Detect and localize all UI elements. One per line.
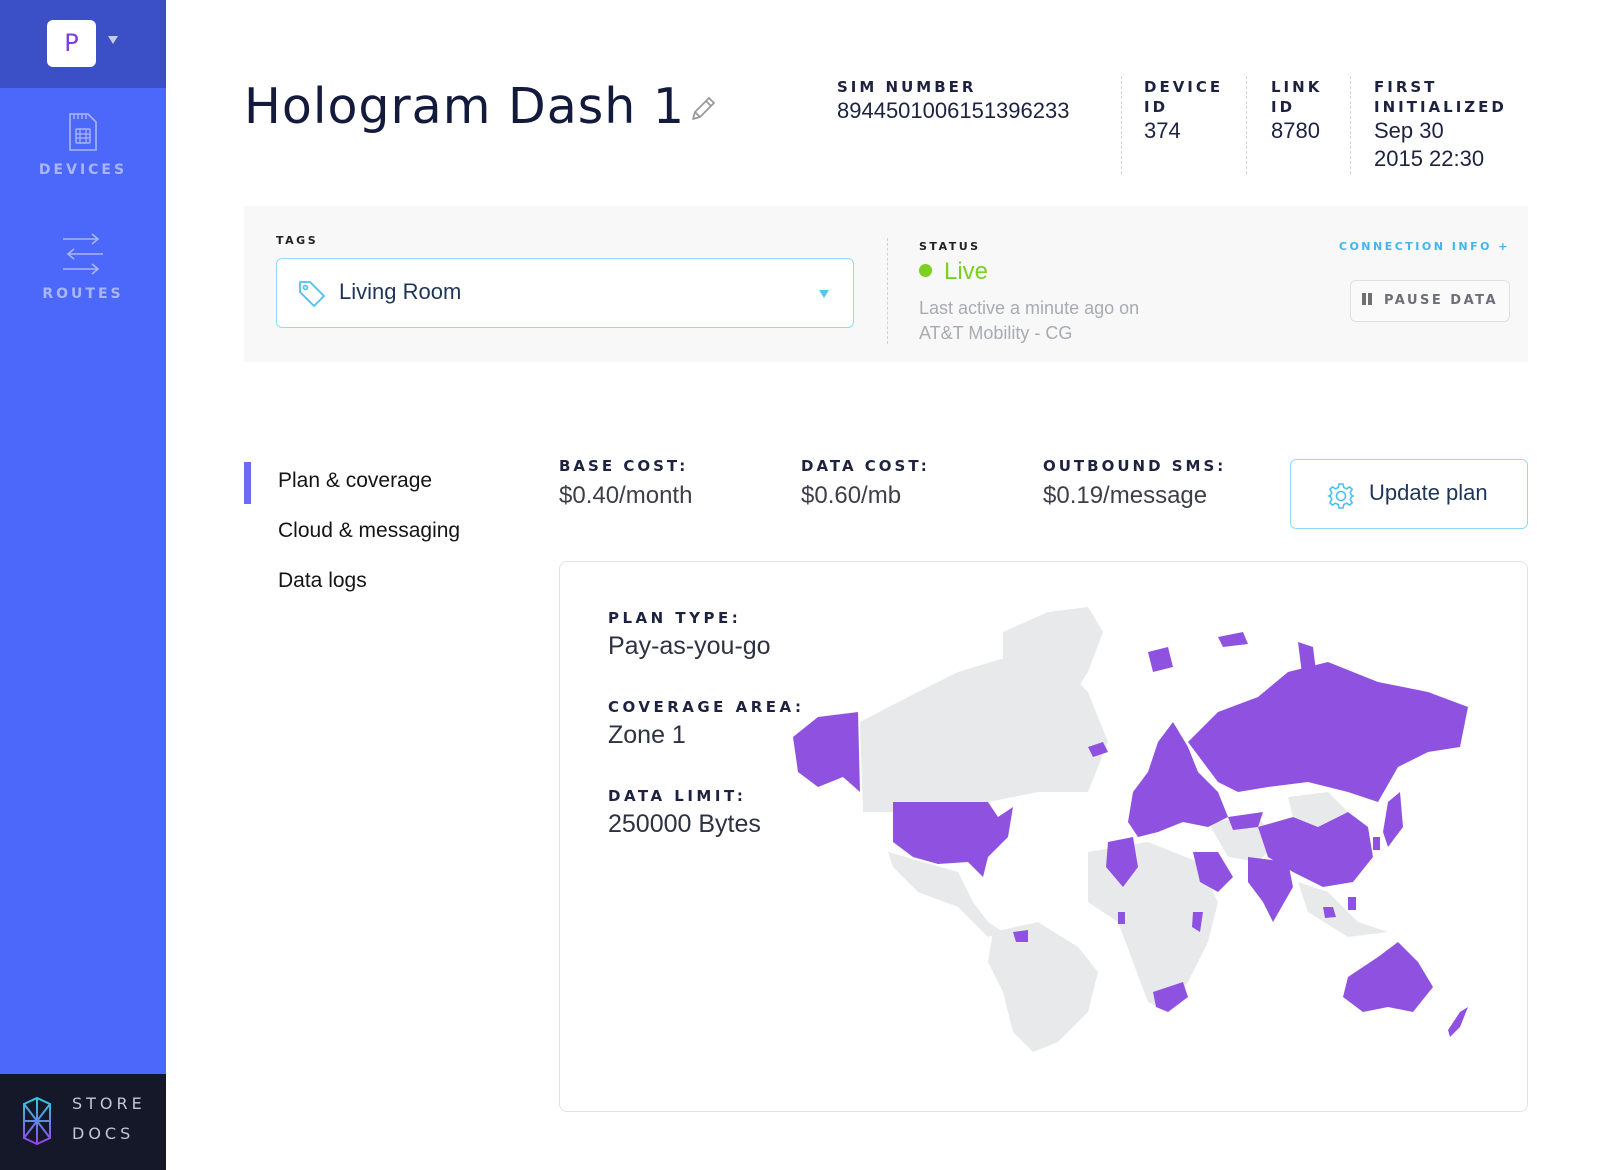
data-cost-field: DATA COST: $0.60/mb — [801, 456, 930, 510]
status-badge: Live — [919, 258, 988, 286]
first-initialized-label-line2: INITIALIZED — [1374, 98, 1507, 116]
update-plan-button[interactable]: Update plan — [1290, 459, 1528, 529]
coverage-world-map — [793, 607, 1468, 1052]
data-cost-label: DATA COST: — [801, 457, 930, 475]
link-id-field: LINK ID 8780 — [1271, 77, 1322, 145]
sim-number-field: SIM NUMBER 89445010061513962​33 — [837, 77, 1069, 125]
sidebar-item-routes[interactable]: ROUTES — [0, 232, 166, 302]
pause-data-button[interactable]: PAUSE DATA — [1350, 280, 1510, 322]
base-cost-field: BASE COST: $0.40/month — [559, 456, 692, 510]
caret-down-icon[interactable] — [819, 290, 829, 298]
link-id-label-line2: ID — [1271, 98, 1296, 116]
pause-icon — [1361, 293, 1372, 305]
plan-type-field: PLAN TYPE: Pay-as-you-go — [608, 608, 771, 661]
first-initialized-label-line1: FIRST — [1374, 78, 1438, 96]
tags-label: TAGS — [276, 234, 319, 247]
device-name-title: Hologram Dash 1 — [244, 78, 686, 135]
gear-icon — [1327, 483, 1355, 509]
tab-data-logs[interactable]: Data logs — [244, 564, 460, 614]
store-link[interactable]: STORE — [72, 1094, 146, 1113]
update-plan-label: Update plan — [1369, 480, 1488, 505]
divider — [1246, 76, 1247, 174]
first-initialized-time: 2015 22:30 — [1374, 146, 1485, 171]
tag-icon — [299, 281, 325, 307]
map-region-new-zealand — [1448, 1007, 1468, 1037]
first-initialized-date: Sep 30 — [1374, 118, 1444, 143]
status-value: Live — [944, 258, 989, 285]
data-cost-value: $0.60/mb — [801, 482, 902, 509]
map-region-ghana — [1118, 912, 1125, 924]
sidebar-footer: STORE DOCS — [0, 1074, 166, 1170]
base-cost-value: $0.40/month — [559, 482, 693, 509]
last-active-text: Last active a minute ago on AT&T Mobilit… — [919, 296, 1139, 346]
sim-number-label: SIM NUMBER — [837, 78, 977, 96]
pencil-edit-icon[interactable] — [688, 94, 718, 124]
coverage-area-field: COVERAGE AREA: Zone 1 — [608, 697, 804, 750]
last-active-line1: Last active a minute ago on — [919, 298, 1140, 318]
plan-type-label: PLAN TYPE: — [608, 609, 742, 627]
outbound-sms-value: $0.19/message — [1043, 482, 1208, 509]
status-dot-icon — [919, 264, 932, 277]
coverage-area-label: COVERAGE AREA: — [608, 698, 805, 716]
connection-info-link[interactable]: CONNECTION INFO + — [1339, 240, 1510, 253]
device-info-panel: TAGS Living Room STATUS Live Last active… — [244, 206, 1528, 362]
plan-type-value: Pay-as-you-go — [608, 632, 771, 660]
outbound-sms-label: OUTBOUND SMS: — [1043, 457, 1227, 475]
pause-data-label: PAUSE DATA — [1383, 293, 1499, 308]
last-active-line2: AT&T Mobility - CG — [919, 323, 1073, 343]
data-limit-label: DATA LIMIT: — [608, 787, 747, 805]
status-label: STATUS — [919, 240, 981, 253]
tab-cloud-messaging[interactable]: Cloud & messaging — [244, 514, 460, 564]
outbound-sms-field: OUTBOUND SMS: $0.19/message — [1043, 456, 1226, 510]
data-limit-value: 250000 Bytes — [608, 810, 761, 838]
map-region-japan — [1383, 792, 1403, 847]
link-id-value: 8780 — [1271, 118, 1320, 143]
routes-arrows-icon — [63, 233, 103, 275]
sidebar-item-devices[interactable]: DEVICES — [0, 112, 166, 178]
tag-value: Living Room — [339, 279, 462, 304]
tab-plan-coverage[interactable]: Plan & coverage — [244, 462, 460, 514]
device-id-value: 374 — [1144, 118, 1181, 143]
plan-coverage-card: PLAN TYPE: Pay-as-you-go COVERAGE AREA: … — [559, 561, 1528, 1112]
sidebar-item-label: DEVICES — [38, 162, 128, 178]
sim-card-icon — [69, 113, 97, 151]
divider — [887, 238, 888, 344]
map-region-australia — [1343, 942, 1433, 1012]
hologram-logo-icon — [23, 1096, 51, 1146]
device-id-label-line2: ID — [1144, 98, 1169, 116]
divider — [1350, 76, 1351, 174]
map-region-philippines — [1348, 897, 1356, 910]
map-region-south-america — [988, 922, 1098, 1052]
map-region-russia — [1188, 662, 1468, 802]
divider — [1121, 76, 1122, 174]
map-region-south-korea — [1373, 837, 1380, 850]
org-switcher[interactable]: P — [0, 0, 166, 88]
sidebar-item-label: ROUTES — [42, 286, 124, 302]
covered-land — [793, 632, 1468, 1037]
coverage-area-value: Zone 1 — [608, 721, 686, 749]
docs-link[interactable]: DOCS — [72, 1124, 134, 1143]
sidebar: P DEVICES ROUTES STORE DOCS — [0, 0, 166, 1170]
map-region-svalbard — [1148, 647, 1173, 672]
sim-number-value: 89445010061513962​33 — [837, 98, 1070, 123]
map-region-india — [1248, 857, 1293, 922]
data-limit-field: DATA LIMIT: 250000 Bytes — [608, 786, 761, 839]
map-region-alaska — [793, 712, 860, 792]
device-id-field: DEVICE ID 374 — [1144, 77, 1223, 145]
section-tabs: Plan & coverage Cloud & messaging Data l… — [244, 462, 460, 614]
first-initialized-field: FIRST INITIALIZED Sep 30 2015 22:30 — [1374, 77, 1507, 173]
device-id-label-line1: DEVICE — [1144, 78, 1224, 96]
base-cost-label: BASE COST: — [559, 457, 689, 475]
map-region-arctic-islands — [1218, 632, 1248, 647]
tags-select[interactable]: Living Room — [276, 258, 854, 328]
link-id-label-line1: LINK — [1271, 78, 1323, 96]
map-region-southeast-asia — [1298, 882, 1388, 937]
caret-down-icon[interactable] — [108, 36, 118, 44]
org-avatar[interactable]: P — [47, 20, 96, 67]
